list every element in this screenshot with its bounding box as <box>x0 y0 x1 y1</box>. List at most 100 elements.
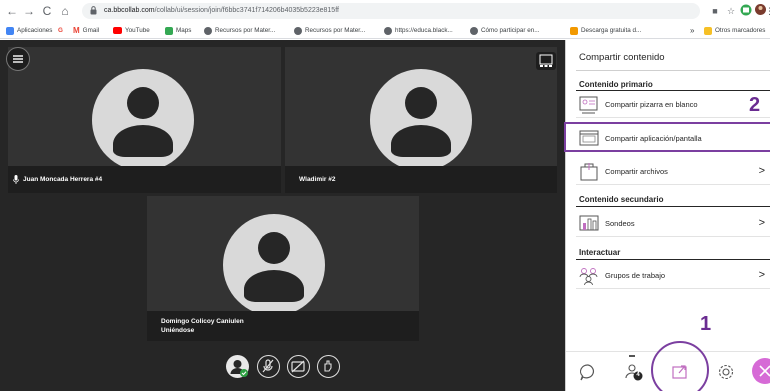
name-bar: Juan Moncada Herrera #4 <box>8 166 281 193</box>
globe-icon <box>384 26 392 35</box>
apps-grid-icon <box>6 26 14 35</box>
primary-content-heading: Contenido primario <box>579 80 653 89</box>
share-files-item[interactable]: Compartir archivos > <box>576 159 770 185</box>
bookmark-label: Maps <box>176 27 192 34</box>
divider <box>576 70 770 71</box>
item-label: Sondeos <box>605 219 635 228</box>
google-icon: G <box>58 27 63 34</box>
camera-off-icon <box>291 360 305 373</box>
chevron-right-icon: > <box>758 217 765 229</box>
bookmarks-bar: Aplicaciones G M Gmail YouTube Maps Recur… <box>0 22 770 39</box>
panel-title: Compartir contenido <box>579 52 665 63</box>
layout-grid-icon <box>539 54 553 67</box>
annotation-circle <box>651 341 709 391</box>
chevron-double-right-icon: » <box>690 26 695 35</box>
bookmark-descarga[interactable]: Descarga gratuita d... <box>570 24 641 37</box>
chat-icon[interactable] <box>578 362 598 382</box>
bookmark-label: Aplicaciones <box>17 27 53 34</box>
url-host: ca.bbcollab.com <box>104 7 155 14</box>
orange-square-icon <box>570 26 578 35</box>
item-label: Grupos de trabajo <box>605 271 666 280</box>
divider <box>576 90 770 91</box>
url-path: /collab/ui/session/join/f6bbc3741f714206… <box>154 7 339 14</box>
divider <box>576 206 770 207</box>
bookmark-label: YouTube <box>125 27 150 34</box>
chevron-right-icon: > <box>758 269 765 281</box>
bookmark-label: Recursos por Mater... <box>215 27 276 34</box>
whiteboard-icon <box>579 96 598 114</box>
reload-icon[interactable]: C <box>40 2 54 20</box>
settings-gear-icon[interactable] <box>716 362 736 382</box>
chevron-right-icon: > <box>758 165 765 177</box>
bookmark-label: Recursos por Mater... <box>305 27 366 34</box>
participant-name: Juan Moncada Herrera #4 <box>23 176 103 183</box>
bookmark-star-icon[interactable]: ☆ <box>726 4 736 18</box>
forward-arrow-icon[interactable]: → <box>22 2 36 20</box>
microphone-off-icon <box>262 359 274 373</box>
attendees-icon[interactable] <box>624 362 644 382</box>
kebab-menu-icon[interactable]: ⋮ <box>765 4 770 18</box>
name-bar: Domingo Colicoy Caniulen Uniéndose <box>147 311 419 341</box>
bookmark-google[interactable]: G <box>58 24 63 37</box>
my-status-button[interactable] <box>226 355 249 378</box>
bookmark-label: Cómo participar en... <box>481 27 540 34</box>
share-whiteboard-item[interactable]: Compartir pizarra en blanco <box>576 92 770 118</box>
breakout-groups-icon <box>579 268 598 286</box>
camera-indicator-icon[interactable]: ■ <box>710 4 720 18</box>
files-icon <box>580 163 598 181</box>
session-menu-button[interactable] <box>6 47 30 71</box>
avatar <box>370 69 472 171</box>
bookmark-label: Otros marcadores <box>715 27 766 34</box>
panel-footer: 4 <box>566 341 770 391</box>
home-icon[interactable]: ⌂ <box>58 2 72 20</box>
bookmark-como-participar[interactable]: Cómo participar en... <box>470 24 539 37</box>
participant-name: Wladimir #2 <box>299 176 336 183</box>
annotation-step-1: 1 <box>700 313 712 335</box>
annotation-highlight-box <box>564 122 770 152</box>
microphone-toggle-button[interactable] <box>257 355 280 378</box>
back-arrow-icon[interactable]: ← <box>5 2 19 20</box>
bookmark-maps[interactable]: Maps <box>165 24 191 37</box>
globe-icon <box>204 26 212 35</box>
bookmark-label: Gmail <box>82 27 100 34</box>
participant-tile[interactable]: Domingo Colicoy Caniulen Uniéndose <box>147 196 419 341</box>
bookmark-label: Descarga gratuita d... <box>581 27 642 34</box>
divider <box>576 259 770 260</box>
avatar <box>223 214 325 316</box>
participant-tile[interactable]: Juan Moncada Herrera #4 <box>8 47 281 193</box>
maps-icon <box>165 26 173 35</box>
extension-icon[interactable] <box>740 4 752 18</box>
globe-icon <box>294 26 302 35</box>
bookmark-other[interactable]: Otros marcadores <box>704 24 765 37</box>
close-panel-button[interactable] <box>752 358 770 384</box>
hamburger-menu-icon <box>13 55 23 63</box>
avatar <box>92 69 194 171</box>
item-label: Compartir pizarra en blanco <box>605 100 698 109</box>
polls-item[interactable]: Sondeos > <box>576 211 770 237</box>
user-avatar-icon <box>230 360 248 377</box>
bookmark-recursos-2[interactable]: Recursos por Mater... <box>294 24 365 37</box>
share-content-panel: Compartir contenido Contenido primario C… <box>565 40 770 391</box>
annotation-step-2: 2 <box>749 94 761 116</box>
layout-toggle-button[interactable] <box>536 52 556 70</box>
tab-indicator <box>629 355 635 357</box>
breakout-groups-item[interactable]: Grupos de trabajo > <box>576 263 770 289</box>
raise-hand-button[interactable] <box>317 355 340 378</box>
item-label: Compartir archivos <box>605 167 668 176</box>
participant-status: Uniéndose <box>161 327 195 334</box>
attendees-count: 4 <box>636 372 640 378</box>
participant-tile[interactable]: Wladimir #2 <box>285 47 557 193</box>
microphone-icon <box>13 175 19 184</box>
bookmark-educa[interactable]: https://educa.black... <box>384 24 453 37</box>
browser-toolbar: ← → C ⌂ ca.bbcollab.com/collab/ui/sessio… <box>0 0 770 22</box>
bookmark-apps[interactable]: Aplicaciones <box>6 24 52 37</box>
gmail-icon: M <box>73 26 80 35</box>
bookmark-gmail[interactable]: M Gmail <box>73 24 99 37</box>
bookmark-youtube[interactable]: YouTube <box>113 24 150 37</box>
polls-icon <box>579 215 599 231</box>
interact-heading: Interactuar <box>579 248 621 257</box>
bookmarks-overflow[interactable]: » <box>690 24 694 37</box>
camera-toggle-button[interactable] <box>287 355 310 378</box>
bookmark-recursos-1[interactable]: Recursos por Mater... <box>204 24 275 37</box>
address-bar[interactable]: ca.bbcollab.com/collab/ui/session/join/f… <box>82 3 700 19</box>
